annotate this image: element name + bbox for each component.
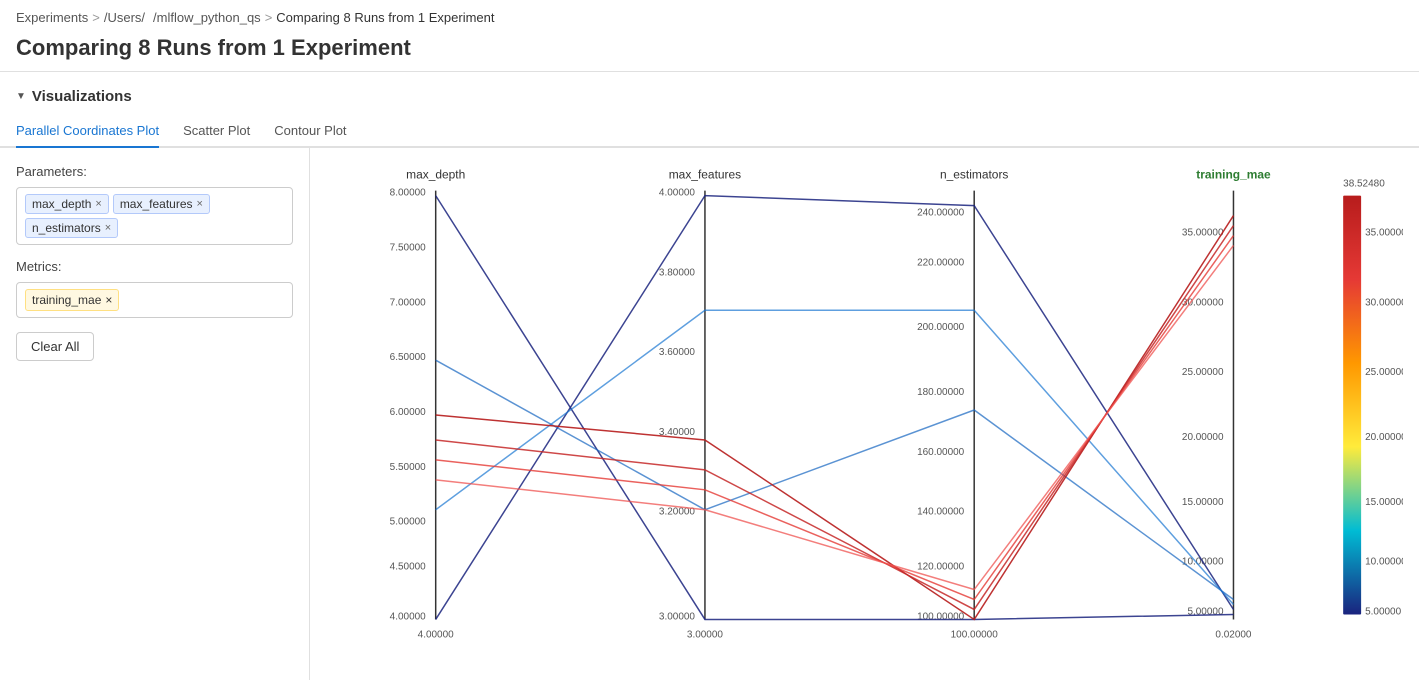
svg-text:15.00000: 15.00000 (1365, 497, 1403, 508)
svg-text:7.50000: 7.50000 (390, 242, 426, 253)
parameters-label: Parameters: (16, 164, 293, 179)
chart-svg: max_depth max_features n_estimators trai… (326, 160, 1403, 680)
tag-training-mae-label: training_mae (32, 293, 101, 307)
tag-n-estimators-label: n_estimators (32, 221, 101, 235)
breadcrumb: Experiments > /Users/ /mlflow_python_qs … (0, 0, 1419, 31)
svg-text:100.00000: 100.00000 (917, 611, 965, 622)
tab-contour[interactable]: Contour Plot (274, 117, 346, 148)
svg-text:120.00000: 120.00000 (917, 562, 965, 573)
svg-text:25.00000: 25.00000 (1182, 367, 1224, 378)
breadcrumb-experiment[interactable]: /mlflow_python_qs (153, 10, 261, 25)
tag-max-features: max_features × (113, 194, 210, 214)
main-content: Parameters: max_depth × max_features × n… (0, 148, 1419, 680)
page-title: Comparing 8 Runs from 1 Experiment (0, 31, 1419, 71)
svg-text:240.00000: 240.00000 (917, 208, 965, 219)
svg-text:max_features: max_features (669, 168, 741, 182)
breadcrumb-experiments[interactable]: Experiments (16, 10, 88, 25)
tag-max-depth-label: max_depth (32, 197, 91, 211)
tag-training-mae: training_mae × (25, 289, 119, 311)
svg-text:4.50000: 4.50000 (390, 562, 426, 573)
breadcrumb-users[interactable]: /Users/ (104, 10, 145, 25)
svg-text:25.00000: 25.00000 (1365, 367, 1403, 378)
breadcrumb-sep3: > (265, 10, 273, 25)
metrics-label: Metrics: (16, 259, 293, 274)
svg-text:max_depth: max_depth (406, 168, 465, 182)
svg-text:30.00000: 30.00000 (1365, 297, 1403, 308)
svg-text:20.00000: 20.00000 (1365, 432, 1403, 443)
svg-text:training_mae: training_mae (1196, 168, 1271, 182)
svg-text:8.00000: 8.00000 (390, 188, 426, 199)
svg-text:5.00000: 5.00000 (390, 517, 426, 528)
visualizations-section-header[interactable]: ▼ Visualizations (0, 88, 1419, 117)
tag-max-depth-remove[interactable]: × (95, 198, 101, 210)
svg-text:3.00000: 3.00000 (659, 611, 695, 622)
tabs-bar: Parallel Coordinates Plot Scatter Plot C… (0, 117, 1419, 148)
left-panel: Parameters: max_depth × max_features × n… (0, 148, 310, 680)
svg-text:4.00000: 4.00000 (659, 188, 695, 199)
svg-text:7.00000: 7.00000 (390, 297, 426, 308)
svg-text:10.00000: 10.00000 (1365, 557, 1403, 568)
divider (0, 71, 1419, 72)
svg-text:0.02000: 0.02000 (1215, 629, 1251, 640)
breadcrumb-sep1: > (92, 10, 100, 25)
svg-text:4.00000: 4.00000 (390, 611, 426, 622)
svg-text:100.00000: 100.00000 (951, 629, 999, 640)
tag-n-estimators-remove[interactable]: × (105, 222, 111, 234)
svg-text:35.00000: 35.00000 (1182, 228, 1224, 239)
svg-text:3.00000: 3.00000 (687, 629, 723, 640)
tag-training-mae-remove[interactable]: × (105, 293, 112, 307)
svg-text:38.52480: 38.52480 (1343, 179, 1385, 190)
svg-text:180.00000: 180.00000 (917, 387, 965, 398)
tag-max-features-remove[interactable]: × (197, 198, 203, 210)
svg-text:3.60000: 3.60000 (659, 347, 695, 358)
svg-text:6.00000: 6.00000 (390, 407, 426, 418)
svg-text:3.80000: 3.80000 (659, 267, 695, 278)
svg-text:n_estimators: n_estimators (940, 168, 1008, 182)
metrics-tags: training_mae × (16, 282, 293, 318)
breadcrumb-current: Comparing 8 Runs from 1 Experiment (276, 10, 494, 25)
parameters-tags: max_depth × max_features × n_estimators … (16, 187, 293, 245)
svg-text:20.00000: 20.00000 (1182, 432, 1224, 443)
svg-text:6.50000: 6.50000 (390, 352, 426, 363)
svg-text:220.00000: 220.00000 (917, 257, 965, 268)
tag-n-estimators: n_estimators × (25, 218, 118, 238)
svg-text:4.00000: 4.00000 (418, 629, 454, 640)
tab-parallel[interactable]: Parallel Coordinates Plot (16, 117, 159, 148)
svg-text:200.00000: 200.00000 (917, 322, 965, 333)
svg-text:5.50000: 5.50000 (390, 462, 426, 473)
svg-text:5.00000: 5.00000 (1365, 606, 1401, 617)
svg-text:160.00000: 160.00000 (917, 447, 965, 458)
parallel-chart: max_depth max_features n_estimators trai… (326, 160, 1403, 680)
tag-max-features-label: max_features (120, 197, 193, 211)
svg-text:140.00000: 140.00000 (917, 507, 965, 518)
svg-text:35.00000: 35.00000 (1365, 228, 1403, 239)
tag-max-depth: max_depth × (25, 194, 109, 214)
tab-scatter[interactable]: Scatter Plot (183, 117, 250, 148)
visualizations-label: Visualizations (32, 88, 132, 105)
chevron-icon: ▼ (16, 91, 26, 102)
chart-area: max_depth max_features n_estimators trai… (310, 148, 1419, 680)
svg-text:15.00000: 15.00000 (1182, 497, 1224, 508)
clear-all-button[interactable]: Clear All (16, 332, 94, 361)
